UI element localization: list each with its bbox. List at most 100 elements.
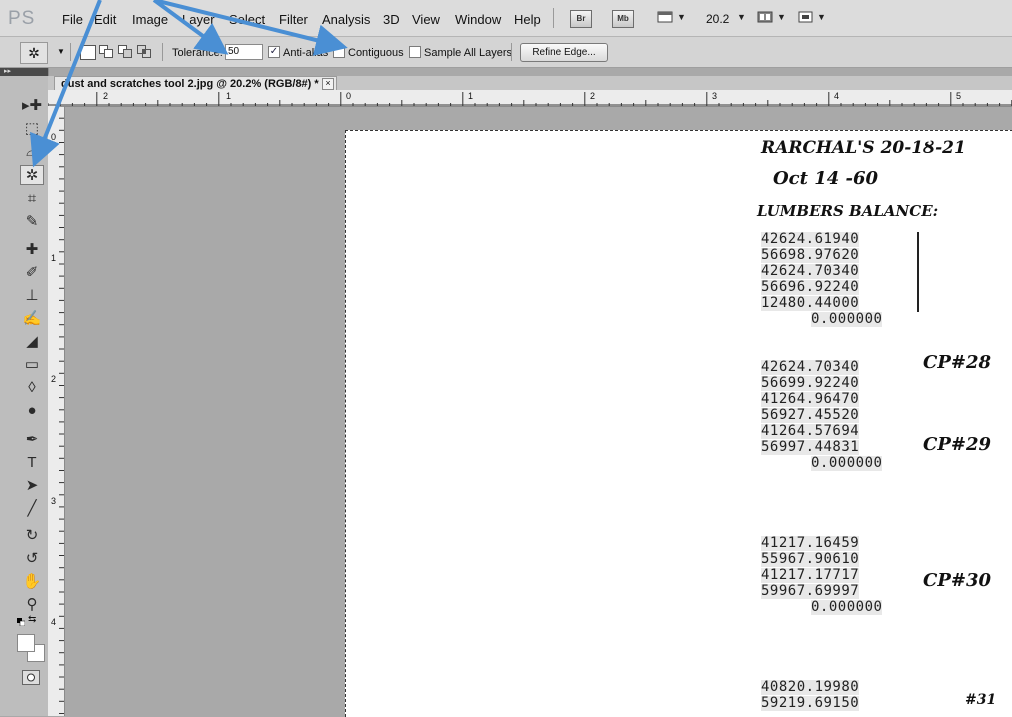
eraser-tool-icon[interactable]: ◢ <box>20 332 44 352</box>
default-colors-icon[interactable] <box>17 617 26 627</box>
menu-select[interactable]: Select <box>229 12 265 27</box>
tolerance-label: Tolerance: <box>172 47 223 59</box>
gradient-tool-icon[interactable]: ▭ <box>20 355 44 375</box>
ledger-number: 59967.69997 <box>761 583 860 599</box>
add-to-selection-icon[interactable] <box>99 45 113 58</box>
refine-edge-button[interactable]: Refine Edge... <box>520 43 608 62</box>
menu-image[interactable]: Image <box>132 12 168 27</box>
ledger-number: 59219.69150 <box>761 695 860 711</box>
chevron-down-icon[interactable]: ▼ <box>817 12 826 22</box>
3d-rotate-tool-icon[interactable]: ↻ <box>20 526 44 546</box>
ledger-number: 41264.57694 <box>761 423 860 439</box>
handwritten-note: CP#30 <box>923 570 991 591</box>
hand-tool-icon[interactable]: ✋ <box>20 572 44 592</box>
chevron-down-icon[interactable]: ▼ <box>57 47 65 56</box>
options-separator <box>162 43 163 61</box>
tolerance-input[interactable]: 50 <box>225 44 263 60</box>
chevron-down-icon[interactable]: ▼ <box>777 12 786 22</box>
ruler-label: 1 <box>226 91 232 101</box>
menu-edit[interactable]: Edit <box>94 12 116 27</box>
menu-bar: PS File Edit Image Layer Select Filter A… <box>0 0 1012 37</box>
line-tool-icon[interactable]: ╱ <box>20 499 44 519</box>
ledger-number: 56698.97620 <box>761 247 860 263</box>
menu-separator <box>553 8 554 28</box>
bridge-button[interactable]: Br <box>570 10 592 28</box>
ruler-horizontal: 2 1 0 1 2 3 4 5 <box>48 90 1012 107</box>
history-brush-tool-icon[interactable]: ✍ <box>20 309 44 329</box>
marquee-tool-icon[interactable]: ⬚ <box>20 119 44 139</box>
ledger-number: 56699.92240 <box>761 375 860 391</box>
panel-collapse-icon[interactable]: ▸▸ <box>0 68 48 76</box>
options-separator <box>70 43 71 61</box>
handwritten-subheading: LUMBERS BALANCE: <box>757 202 939 220</box>
scanned-ledger-image: RARCHAL'S 20-1Ȣ-21 Oct 14 -60 LUMBERS BA… <box>755 132 1012 716</box>
pen-tool-icon[interactable]: ✒ <box>20 430 44 450</box>
contiguous-label: Contiguous <box>348 47 404 59</box>
menu-file[interactable]: File <box>62 12 83 27</box>
ledger-bracket <box>917 232 919 312</box>
menu-layer[interactable]: Layer <box>182 12 215 27</box>
close-icon[interactable]: × <box>322 78 334 90</box>
sample-all-layers-label: Sample All Layers <box>424 47 513 59</box>
type-tool-icon[interactable]: T <box>20 453 44 473</box>
ruler-label: 3 <box>712 91 718 101</box>
ruler-vertical: 0 1 2 3 4 <box>48 106 65 716</box>
ruler-label: 2 <box>103 91 109 101</box>
antialias-checkbox[interactable]: ✓ <box>268 46 280 58</box>
menu-help[interactable]: Help <box>514 12 541 27</box>
tool-preset-icon[interactable]: ✲ <box>20 42 48 64</box>
magic-wand-tool-icon[interactable]: ✲ <box>20 165 44 185</box>
ledger-number: 41264.96470 <box>761 391 860 407</box>
intersect-selection-icon[interactable] <box>137 45 151 58</box>
ledger-number: 0.000000 <box>811 599 883 615</box>
ruler-label: 5 <box>956 91 962 101</box>
ledger-number: 55967.90610 <box>761 551 860 567</box>
menu-analysis[interactable]: Analysis <box>322 12 370 27</box>
menu-3d[interactable]: 3D <box>383 12 400 27</box>
eyedropper-tool-icon[interactable]: ✎ <box>20 212 44 232</box>
lasso-tool-icon[interactable]: ⌓ <box>20 142 44 162</box>
menu-view[interactable]: View <box>412 12 440 27</box>
brush-tool-icon[interactable]: ✐ <box>20 263 44 283</box>
extras-icon[interactable] <box>656 9 676 25</box>
photoshop-logo: PS <box>8 8 36 29</box>
menu-window[interactable]: Window <box>455 12 501 27</box>
ruler-label: 4 <box>51 617 57 627</box>
zoom-tool-icon[interactable]: ⚲ <box>20 595 44 615</box>
ledger-number: 41217.16459 <box>761 535 860 551</box>
clone-stamp-tool-icon[interactable]: ⊥ <box>20 286 44 306</box>
zoom-level[interactable]: 20.2 <box>706 12 729 26</box>
minibridge-button[interactable]: Mb <box>612 10 634 28</box>
path-selection-tool-icon[interactable]: ➤ <box>20 476 44 496</box>
dodge-tool-icon[interactable]: ● <box>20 401 44 421</box>
menu-filter[interactable]: Filter <box>279 12 308 27</box>
document-tab[interactable]: dust and scratches tool 2.jpg @ 20.2% (R… <box>54 76 337 90</box>
new-selection-icon[interactable] <box>80 45 96 60</box>
ruler-label: 0 <box>51 132 57 142</box>
ruler-label: 0 <box>346 91 352 101</box>
screen-mode-icon[interactable] <box>796 9 816 25</box>
options-bar: ✲ ▼ Tolerance: 50 ✓ Anti-alias Contiguou… <box>0 37 1012 68</box>
arrange-documents-icon[interactable] <box>756 9 776 25</box>
crop-tool-icon[interactable]: ⌗ <box>20 189 44 209</box>
ruler-label: 4 <box>834 91 840 101</box>
handwritten-heading: RARCHAL'S 20-1Ȣ-21 <box>761 138 966 158</box>
handwritten-date: Oct 14 -60 <box>773 168 879 189</box>
3d-orbit-tool-icon[interactable]: ↺ <box>20 549 44 569</box>
ledger-number: 56696.92240 <box>761 279 860 295</box>
ruler-label: 2 <box>51 374 57 384</box>
contiguous-checkbox[interactable] <box>333 46 345 58</box>
ledger-number: 56997.44831 <box>761 439 860 455</box>
spot-healing-tool-icon[interactable]: ✚ <box>20 240 44 260</box>
blur-tool-icon[interactable]: ◊ <box>20 378 44 398</box>
sample-all-layers-checkbox[interactable] <box>409 46 421 58</box>
chevron-down-icon[interactable]: ▼ <box>737 12 746 22</box>
tools-panel: ▸▸ ▸✚ ⬚ ⌓ ✲ ⌗ ✎ ✚ ✐ ⊥ ✍ ◢ ▭ ◊ ● ✒ T ➤ ╱ … <box>0 68 49 716</box>
chevron-down-icon[interactable]: ▼ <box>677 12 686 22</box>
swap-colors-icon[interactable]: ⇆ <box>28 614 36 625</box>
ledger-number: 0.000000 <box>811 455 883 471</box>
subtract-from-selection-icon[interactable] <box>118 45 132 58</box>
quick-mask-icon[interactable] <box>22 670 40 685</box>
move-tool-icon[interactable]: ▸✚ <box>20 96 44 116</box>
foreground-color-swatch[interactable] <box>17 634 35 652</box>
